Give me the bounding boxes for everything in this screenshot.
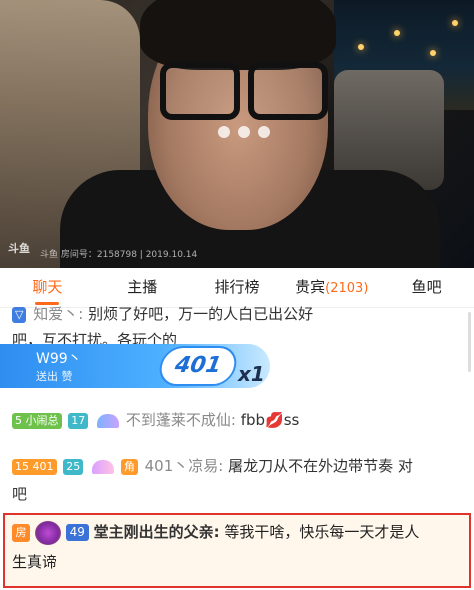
gift-sender: W99丶 [36, 351, 82, 367]
chat-message-1: ▽ 知爱丶: 别烦了好吧，万一的人白已出公好 [12, 300, 462, 328]
chat-scrollbar[interactable] [468, 312, 471, 372]
glasses-right [248, 62, 328, 120]
chat-username[interactable]: 401丶凉易: [145, 457, 224, 475]
fan-badge: 5 小闹总 [12, 412, 62, 429]
chat-message-4: 15 401 25 角 401丶凉易: 屠龙刀从不在外边带节奏 对 [12, 452, 462, 480]
gift-action: 送出 赞 [36, 370, 73, 383]
chat-message-5: 房 49 堂主刚出生的父亲: 等我干啥，快乐每一天才是人 生真谛 [12, 517, 460, 577]
house-badge: 房 [12, 523, 30, 542]
chat-text-cont: 生真谛 [12, 553, 58, 571]
gift-banner: W99丶 送出 赞 401 [0, 344, 270, 388]
noble-crest-icon [34, 520, 61, 545]
chat-text: 别烦了好吧，万一的人白已出公好 [88, 305, 314, 323]
hat-icon [97, 413, 120, 428]
chat-message-3: 5 小闹总 17 不到蓬莱不成仙: fbb💋ss [12, 406, 462, 434]
chat-username[interactable]: 堂主刚出生的父亲: [94, 523, 220, 541]
douyu-logo: 斗鱼 [8, 242, 30, 255]
streamer-hair [140, 0, 336, 70]
chat-text: 等我干啥，快乐每一天才是人 [224, 523, 420, 541]
fan-badge: 15 401 [12, 458, 57, 475]
gift-combo: x1 [238, 362, 265, 386]
vip-count: (2103) [325, 281, 369, 296]
thumbs-up-gift-icon: 401 [156, 346, 240, 386]
chat-text: 屠龙刀从不在外边带节奏 对 [228, 457, 413, 475]
chat-username[interactable]: 不到蓬莱不成仙: [126, 411, 236, 429]
chat-message-4-cont: 吧 [12, 485, 28, 503]
chat-username[interactable]: 知爱丶: [33, 305, 83, 323]
role-badge: 角 [120, 458, 138, 475]
level-badge: 17 [68, 412, 89, 429]
level-badge: 25 [63, 458, 84, 475]
glasses-left [160, 62, 240, 120]
level-badge: 49 [65, 524, 89, 541]
hat-icon [92, 459, 115, 474]
combo-count: x1 [238, 362, 265, 386]
room-watermark: 斗鱼 房间号：2158798 | 2019.10.14 [40, 250, 198, 260]
tab-vip-label: 贵宾 [295, 278, 326, 296]
level-badge: ▽ [12, 306, 27, 323]
chat-text: fbb💋ss [240, 411, 300, 429]
live-video[interactable]: 斗鱼 斗鱼 房间号：2158798 | 2019.10.14 [0, 0, 474, 268]
pager-dots[interactable] [218, 126, 270, 138]
